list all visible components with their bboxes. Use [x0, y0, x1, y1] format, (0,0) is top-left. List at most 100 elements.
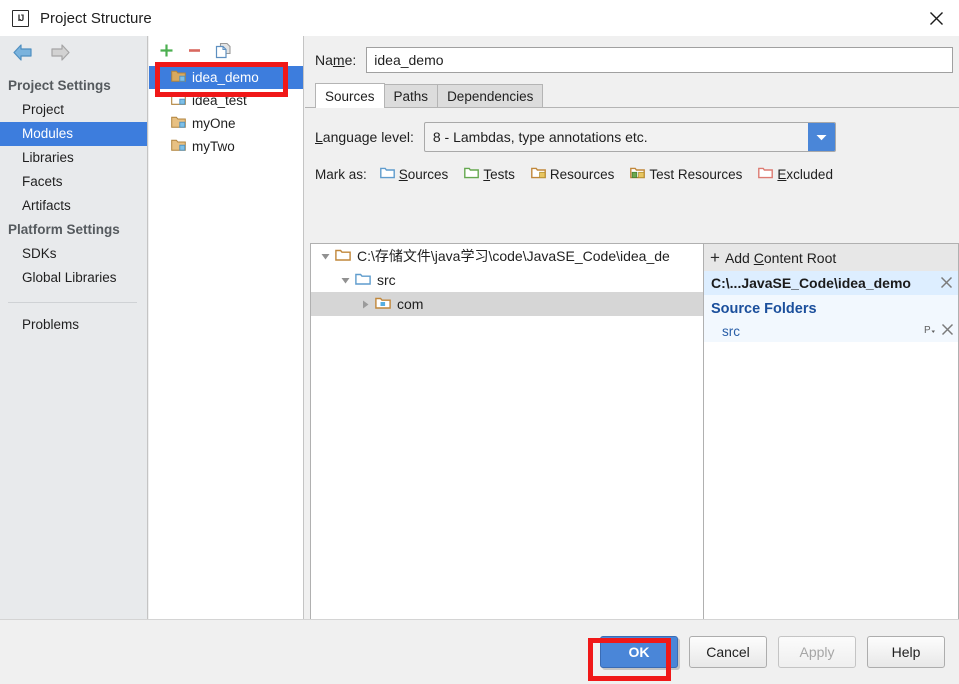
sidebar-divider — [8, 302, 137, 303]
language-level-label: Language level: — [315, 129, 414, 145]
folder-content-root-icon — [335, 248, 351, 265]
mark-as-sources-label: Sources — [398, 166, 449, 182]
tree-row-label: com — [397, 296, 424, 312]
source-folders-header: Source Folders — [704, 295, 958, 320]
mark-as-tests-button[interactable]: Tests — [464, 166, 515, 182]
content-root-path[interactable]: C:\...JavaSE_Code\idea_demo — [704, 271, 958, 295]
module-name-label: Name: — [315, 52, 357, 68]
module-item-idea_test[interactable]: idea_test — [149, 89, 303, 112]
plus-icon[interactable] — [159, 43, 174, 58]
module-item-label: idea_test — [192, 93, 247, 108]
mark-as-excluded-button[interactable]: Excluded — [758, 166, 833, 182]
folder-module-icon — [171, 92, 186, 109]
copy-icon[interactable] — [215, 42, 232, 59]
sidebar-item-project[interactable]: Project — [0, 98, 147, 122]
settings-sidebar: Project Settings Project Modules Librari… — [0, 36, 148, 619]
add-content-root-label: Add Content Root — [724, 249, 837, 266]
folder-blue-icon — [379, 166, 395, 182]
module-item-label: myOne — [192, 116, 236, 131]
source-folder-row[interactable]: src P — [704, 320, 958, 342]
mark-as-test-resources-label: Test Resources — [649, 166, 743, 182]
sidebar-item-libraries[interactable]: Libraries — [0, 146, 147, 170]
tab-sources[interactable]: Sources — [315, 83, 385, 108]
mark-as-tests-label: Tests — [483, 166, 515, 182]
cancel-button[interactable]: Cancel — [689, 636, 767, 668]
add-content-root-button[interactable]: + Add Content Root — [704, 244, 958, 271]
content-roots-panel: + Add Content Root C:\...JavaSE_Code\ide… — [704, 243, 959, 655]
back-arrow-icon[interactable] — [12, 44, 34, 64]
sidebar-item-facets[interactable]: Facets — [0, 170, 147, 194]
sidebar-group-project-settings: Project Settings — [8, 78, 111, 93]
help-button[interactable]: Help — [867, 636, 945, 668]
language-level-value: 8 - Lambdas, type annotations etc. — [432, 129, 648, 145]
module-item-myOne[interactable]: myOne — [149, 112, 303, 135]
sidebar-item-artifacts[interactable]: Artifacts — [0, 194, 147, 218]
source-folder-label: src — [722, 323, 740, 339]
folder-sources-icon — [355, 272, 371, 289]
svg-text:P: P — [924, 325, 931, 336]
mark-as-excluded-label: Excluded — [777, 166, 833, 182]
folder-module-icon — [171, 115, 186, 132]
mark-as-row: Mark as: Sources Tests Resources Test Re… — [305, 152, 959, 182]
content-root-path-label: C:\...JavaSE_Code\idea_demo — [711, 275, 911, 291]
modules-list: idea_demo idea_test myOne myTwo — [149, 64, 303, 158]
module-item-idea_demo[interactable]: idea_demo — [149, 66, 303, 89]
language-level-row: Language level: 8 - Lambdas, type annota… — [305, 108, 959, 152]
tree-row[interactable]: com — [311, 292, 703, 316]
tab-dependencies[interactable]: Dependencies — [437, 84, 544, 108]
forward-arrow-icon — [49, 44, 71, 64]
folder-test-resources-icon — [630, 166, 646, 182]
chevron-right-icon[interactable] — [355, 299, 375, 310]
sidebar-group-platform-settings: Platform Settings — [8, 222, 120, 237]
mark-as-test-resources-button[interactable]: Test Resources — [630, 166, 742, 182]
module-name-input[interactable] — [366, 47, 953, 73]
sidebar-item-modules[interactable]: Modules — [0, 122, 147, 146]
folder-module-icon — [171, 69, 186, 86]
sidebar-item-global-libraries[interactable]: Global Libraries — [0, 266, 147, 290]
mark-as-sources-button[interactable]: Sources — [379, 166, 449, 182]
close-icon[interactable] — [941, 323, 954, 339]
sidebar-item-sdks[interactable]: SDKs — [0, 242, 147, 266]
chevron-down-icon[interactable] — [315, 251, 335, 262]
plus-icon: + — [710, 247, 720, 267]
folder-green-icon — [464, 166, 480, 182]
module-editor-panel: Name: Sources Paths Dependencies Languag… — [305, 36, 959, 655]
chevron-down-icon[interactable] — [335, 275, 355, 286]
close-icon[interactable] — [913, 0, 959, 36]
project-structure-dialog: IJ Project Structure Project Settings Pr… — [0, 0, 959, 684]
modules-toolbar — [149, 36, 303, 64]
minus-icon[interactable] — [187, 43, 202, 58]
tree-row-label: C:\存储文件\java学习\code\JavaSE_Code\idea_de — [357, 248, 670, 264]
module-name-row: Name: — [305, 36, 959, 73]
tree-row[interactable]: src — [311, 268, 703, 292]
tree-row-label: src — [377, 272, 396, 288]
ok-button[interactable]: OK — [600, 636, 678, 668]
apply-button: Apply — [778, 636, 856, 668]
content-tree-panel: C:\存储文件\java学习\code\JavaSE_Code\idea_de … — [310, 243, 704, 655]
module-item-label: idea_demo — [192, 70, 259, 85]
folder-module-icon — [171, 138, 186, 155]
mark-as-resources-label: Resources — [549, 166, 615, 182]
intellij-idea-icon: IJ — [12, 9, 29, 27]
module-tabs: Sources Paths Dependencies — [305, 83, 959, 108]
dialog-button-bar: OK Cancel Apply Help — [0, 619, 959, 684]
folder-red-icon — [758, 166, 774, 182]
package-prefix-icon[interactable]: P — [924, 323, 938, 339]
sidebar-item-problems[interactable]: Problems — [0, 313, 147, 337]
mark-as-resources-button[interactable]: Resources — [530, 166, 615, 182]
mark-as-label: Mark as: — [315, 166, 367, 182]
content-root-entry: C:\...JavaSE_Code\idea_demo Source Folde… — [704, 271, 958, 342]
content-roots-empty-area — [704, 342, 958, 642]
folder-resources-icon — [530, 166, 546, 182]
window-title: Project Structure — [40, 9, 152, 27]
chevron-down-icon[interactable] — [807, 123, 835, 151]
tab-paths[interactable]: Paths — [383, 84, 439, 108]
language-level-select[interactable]: 8 - Lambdas, type annotations etc. — [423, 122, 836, 152]
sidebar-nav-list: Project Settings Project Modules Librari… — [0, 72, 147, 337]
module-item-myTwo[interactable]: myTwo — [149, 135, 303, 158]
close-icon[interactable] — [940, 276, 953, 292]
source-folder-actions: P — [924, 323, 954, 339]
module-item-label: myTwo — [192, 139, 235, 154]
tree-row[interactable]: C:\存储文件\java学习\code\JavaSE_Code\idea_de — [311, 244, 703, 268]
folder-package-icon — [375, 296, 391, 313]
